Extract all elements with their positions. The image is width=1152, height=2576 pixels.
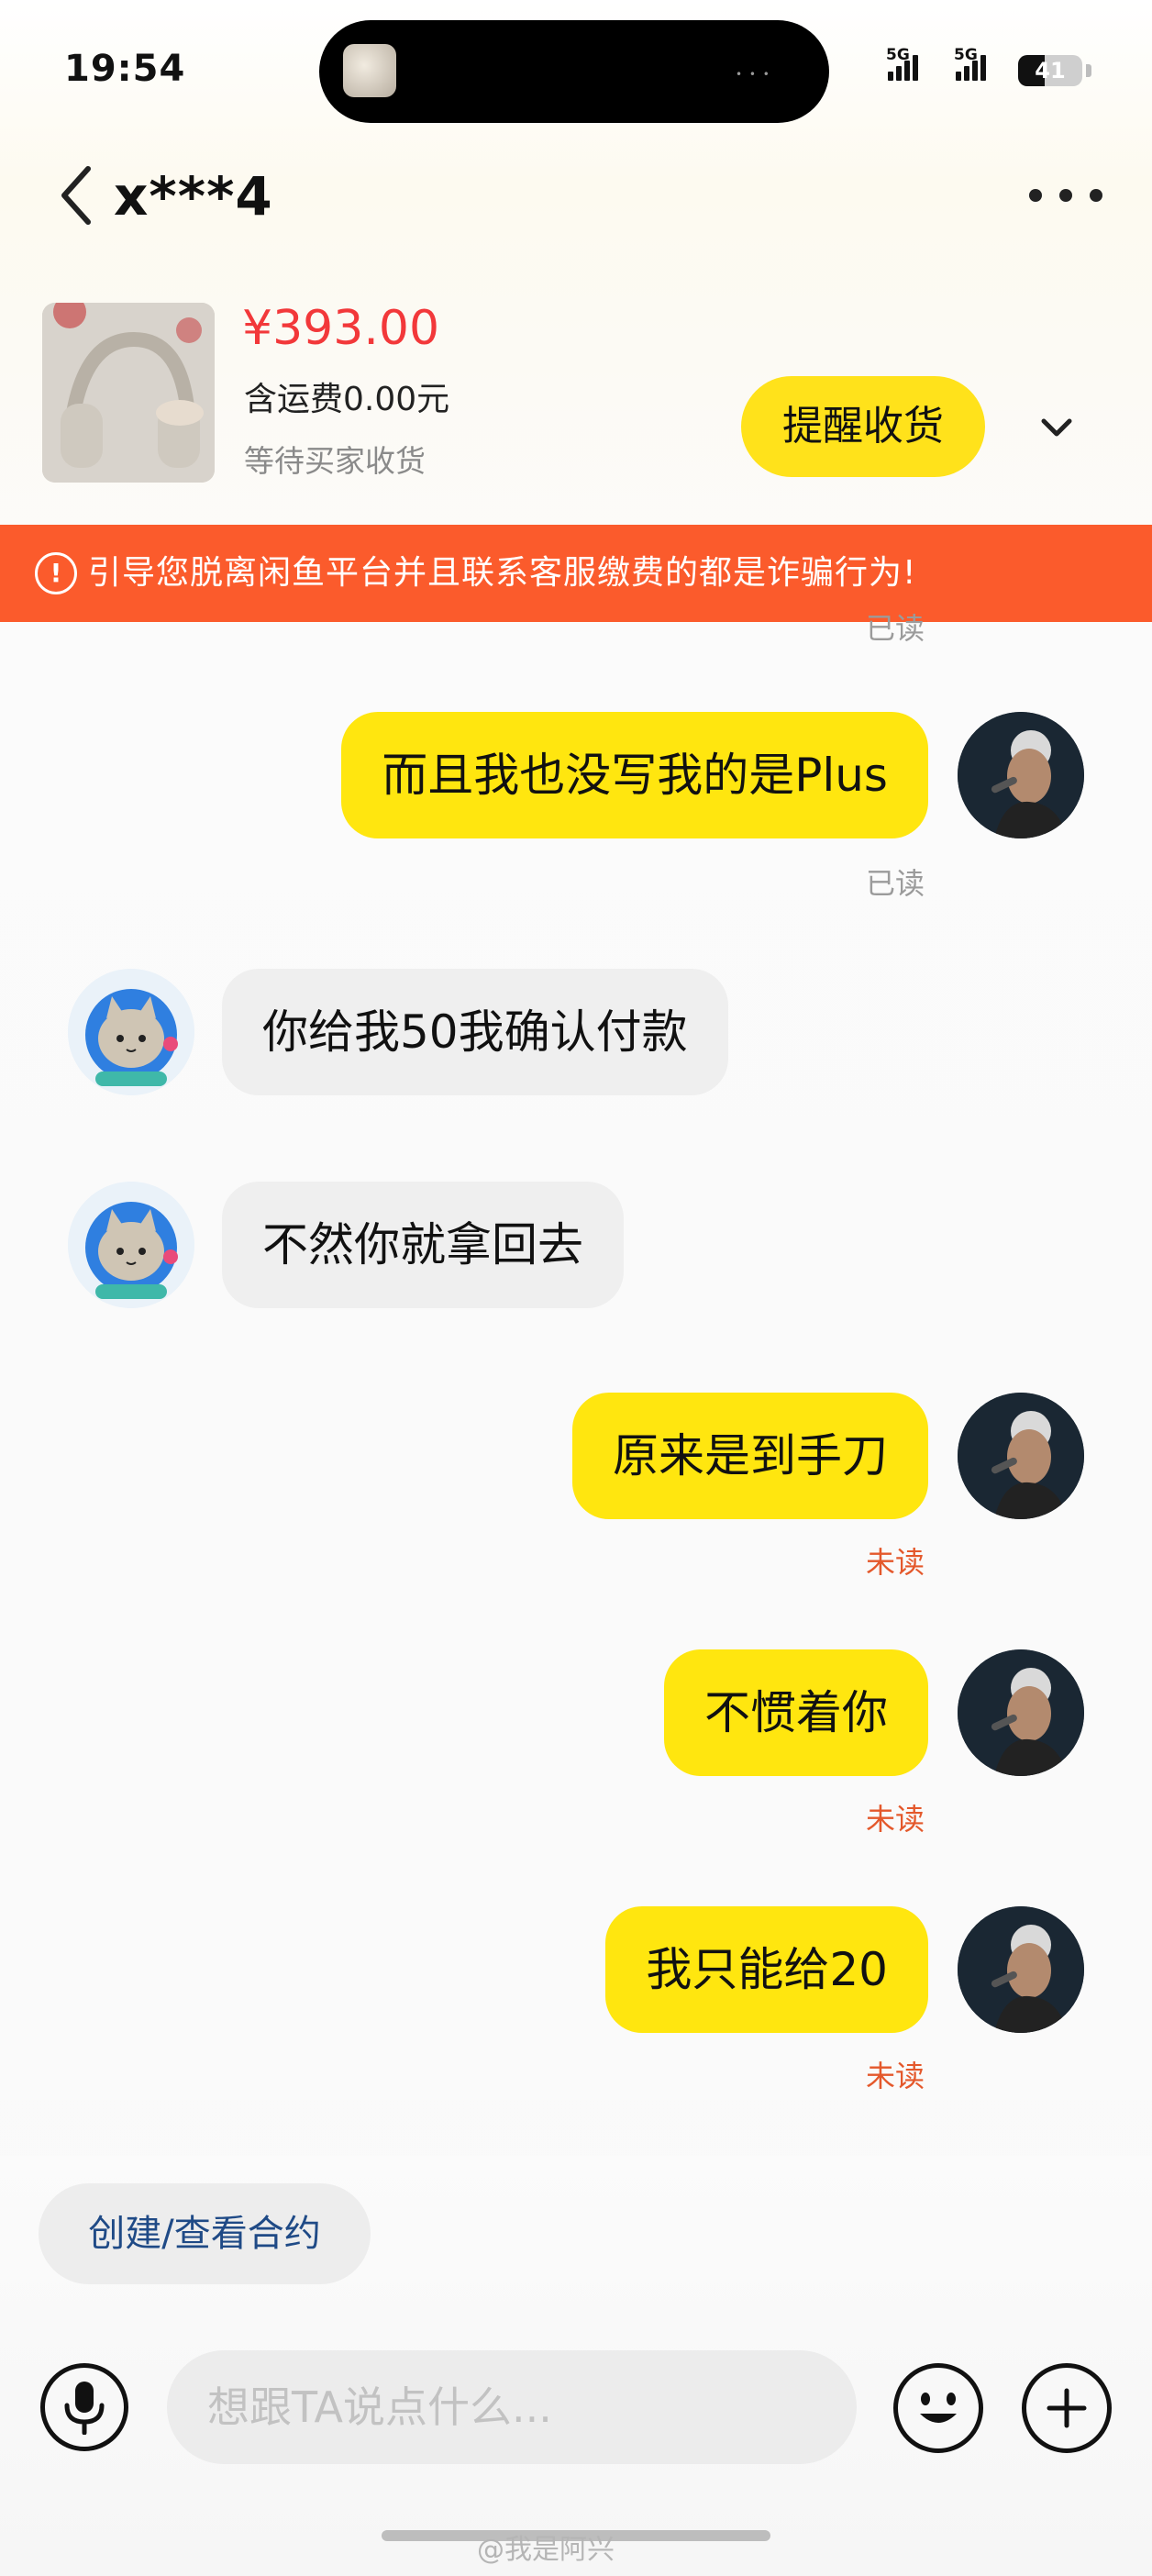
fraud-warning-banner: ! 引导您脱离闲鱼平台并且联系客服缴费的都是诈骗行为! <box>0 525 1152 622</box>
expand-order-button[interactable] <box>1013 383 1101 472</box>
chevron-down-icon <box>1041 418 1072 437</box>
order-status: 等待买家收货 <box>244 443 426 479</box>
unread-receipt: 未读 <box>866 2059 925 2093</box>
warning-text: 引导您脱离闲鱼平台并且联系客服缴费的都是诈骗行为! <box>88 554 917 592</box>
island-indicator: • • • <box>736 68 771 81</box>
back-arrow-icon[interactable] <box>57 163 97 228</box>
status-bar: 19:54 • • • 5G 5G 41 <box>0 0 1152 138</box>
voice-input-button[interactable] <box>40 2363 128 2451</box>
message-bubble-sent[interactable]: 我只能给20 <box>605 1906 928 2033</box>
my-avatar[interactable] <box>958 1393 1084 1519</box>
product-price: ¥393.00 <box>242 301 440 356</box>
microphone-icon <box>64 2382 105 2435</box>
my-avatar[interactable] <box>958 1649 1084 1776</box>
dynamic-island: • • • <box>319 20 829 123</box>
battery-level: 41 <box>1035 58 1066 83</box>
read-receipt: 已读 <box>866 866 925 901</box>
smiley-icon <box>920 2393 957 2423</box>
contact-avatar[interactable] <box>68 1182 194 1308</box>
message-bubble-sent[interactable]: 不惯着你 <box>664 1649 928 1776</box>
chat-title[interactable]: x***4 <box>114 165 273 228</box>
unread-receipt: 未读 <box>866 1545 925 1580</box>
watermark: @我是阿兴 <box>477 2534 615 2566</box>
unread-receipt: 未读 <box>866 1802 925 1837</box>
chat-screen: 19:54 • • • 5G 5G 41 x***4 ¥393.00 含运费0.… <box>0 0 1152 2576</box>
cellular-signal-icon: 5G <box>886 46 918 81</box>
battery-icon: 41 <box>1018 55 1082 86</box>
product-thumbnail[interactable] <box>42 303 215 483</box>
contract-chip[interactable]: 创建/查看合约 <box>39 2183 371 2284</box>
shipping-fee: 含运费0.00元 <box>244 381 450 418</box>
message-bubble-sent[interactable]: 而且我也没写我的是Plus <box>341 712 928 838</box>
contact-avatar[interactable] <box>68 969 194 1095</box>
my-avatar[interactable] <box>958 712 1084 838</box>
message-bubble-received[interactable]: 不然你就拿回去 <box>222 1182 624 1308</box>
island-thumbnail <box>343 44 396 97</box>
more-actions-button[interactable] <box>1022 2363 1112 2453</box>
message-bubble-received[interactable]: 你给我50我确认付款 <box>222 969 728 1095</box>
plus-icon <box>1047 2388 1087 2428</box>
read-receipt: 已读 <box>866 611 925 646</box>
more-options-icon[interactable] <box>1029 182 1102 209</box>
emoji-button[interactable] <box>893 2363 983 2453</box>
message-input[interactable] <box>167 2350 857 2464</box>
remind-receipt-button[interactable]: 提醒收货 <box>741 376 985 477</box>
warning-icon: ! <box>35 552 77 594</box>
status-time: 19:54 <box>64 48 186 90</box>
cellular-signal-icon: 5G <box>954 46 986 81</box>
my-avatar[interactable] <box>958 1906 1084 2033</box>
message-bubble-sent[interactable]: 原来是到手刀 <box>572 1393 928 1519</box>
